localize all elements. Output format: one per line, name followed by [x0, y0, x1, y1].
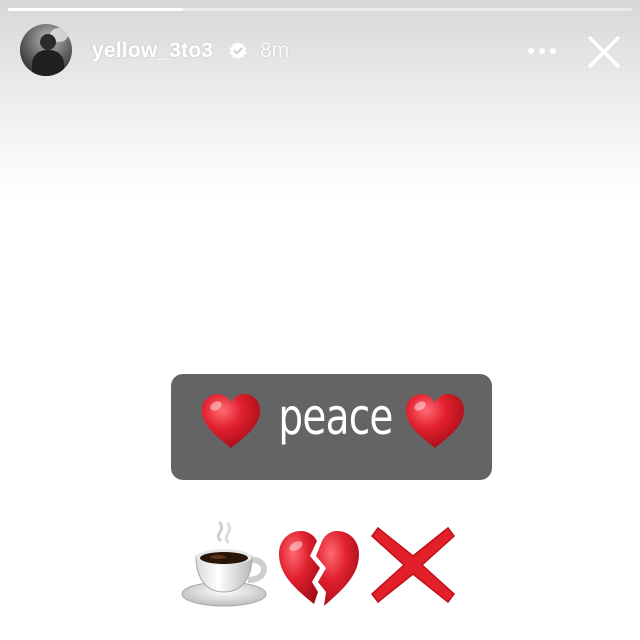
text-sticker: peace	[171, 374, 492, 480]
emoji-row	[180, 518, 470, 610]
close-button[interactable]	[584, 32, 624, 72]
cross-mark-icon	[370, 526, 456, 604]
story-header: yellow_3to3 8m	[0, 22, 640, 80]
story-progress-fill	[8, 8, 183, 11]
post-time: 8m	[260, 39, 290, 62]
hot-beverage-icon	[181, 521, 267, 607]
red-heart-icon	[202, 394, 260, 448]
avatar-body	[32, 50, 64, 76]
story-progress-bar	[8, 8, 632, 11]
story-view[interactable]: yellow_3to3 8m peace	[0, 0, 640, 640]
sticker-text: peace	[278, 388, 393, 446]
avatar[interactable]	[20, 24, 72, 76]
more-options-button[interactable]	[522, 34, 562, 68]
username-link[interactable]: yellow_3to3	[92, 39, 213, 63]
broken-heart-icon	[279, 531, 359, 606]
verified-badge-icon	[228, 41, 248, 61]
red-heart-icon	[406, 394, 464, 448]
close-icon	[588, 36, 620, 68]
more-icon	[528, 48, 556, 54]
avatar-head	[40, 34, 56, 50]
